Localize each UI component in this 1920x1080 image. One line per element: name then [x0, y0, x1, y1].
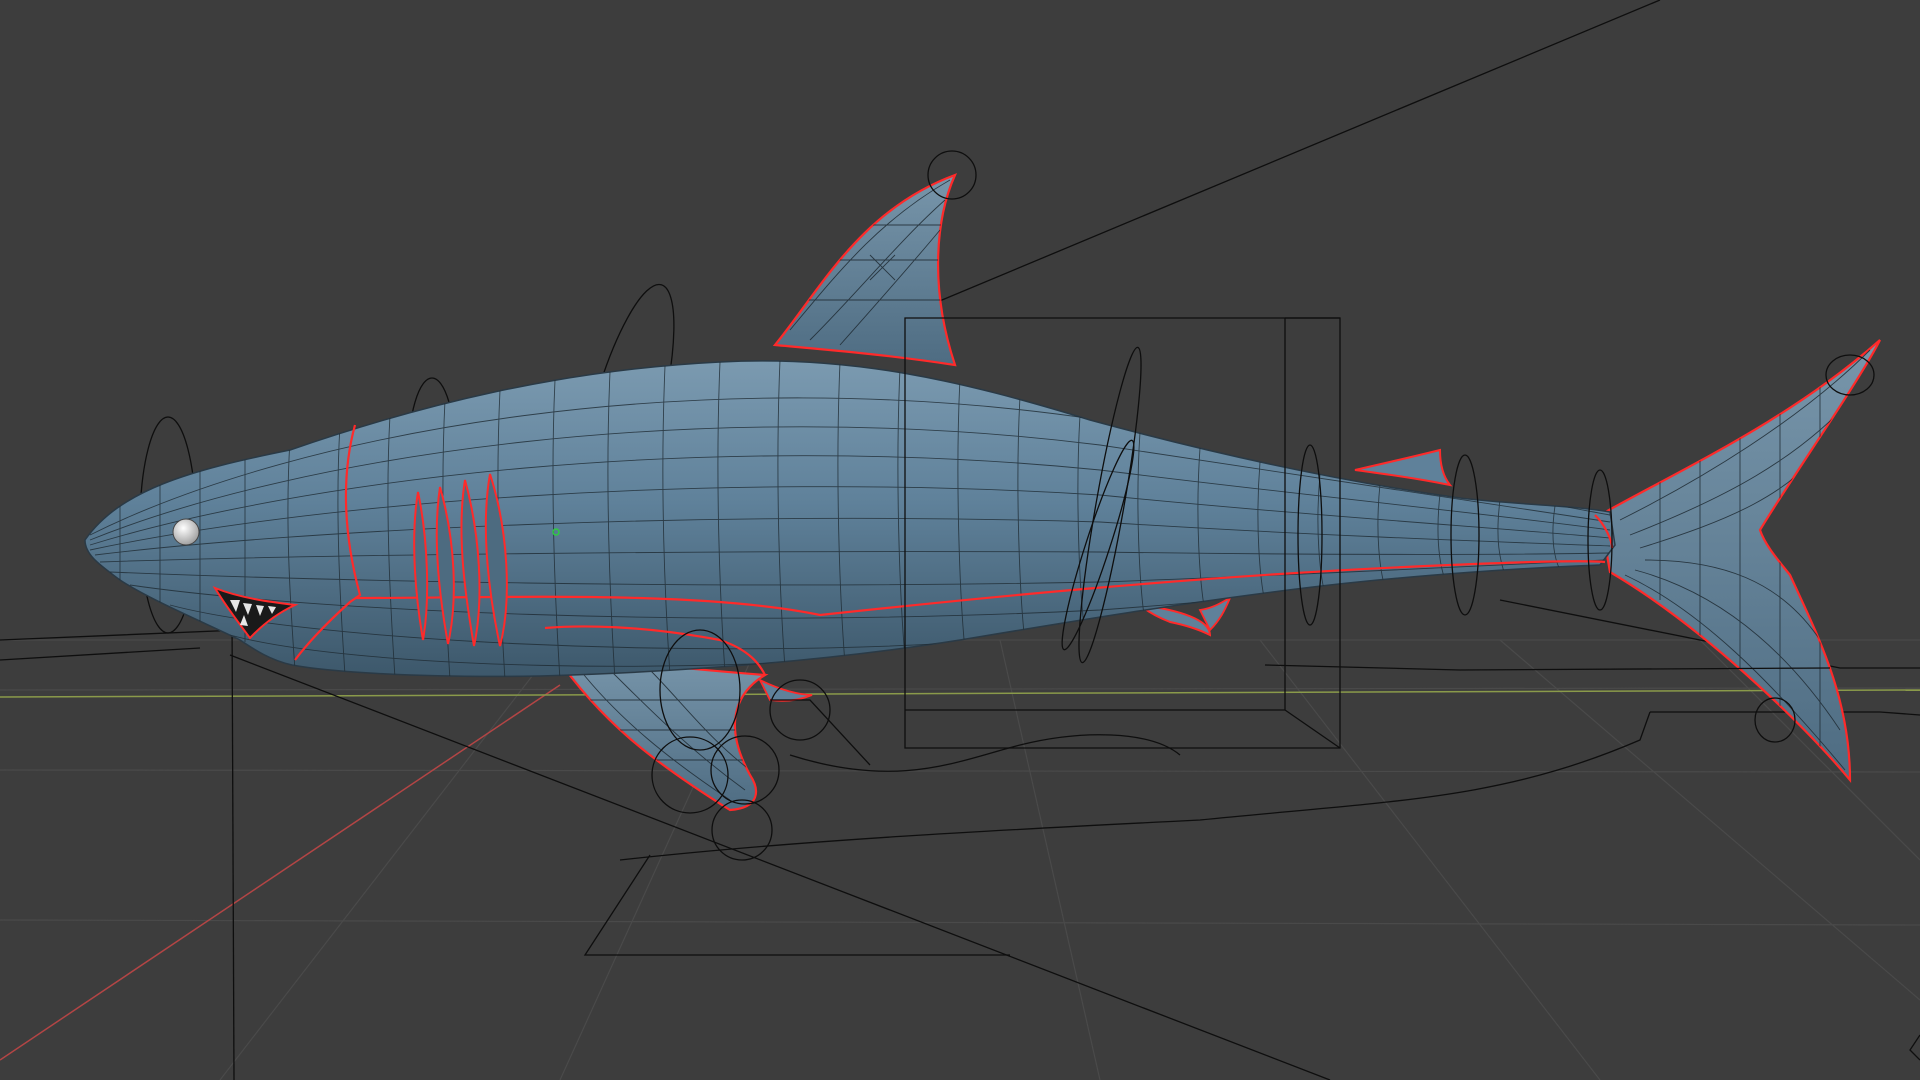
shark-pectoral-fin[interactable] — [552, 653, 770, 812]
shark-eye[interactable] — [172, 518, 200, 546]
shark-body[interactable] — [84, 360, 1616, 680]
shark-dorsal-fin[interactable] — [772, 173, 960, 367]
viewport-grid — [0, 639, 1920, 1080]
y-axis-line — [0, 689, 1920, 698]
x-axis-line — [0, 684, 561, 1061]
shark-second-dorsal-fin[interactable] — [1354, 448, 1453, 487]
viewport-canvas[interactable] — [0, 0, 1920, 1080]
shark-tail[interactable] — [1598, 339, 1881, 784]
3d-viewport[interactable] — [0, 0, 1920, 1080]
